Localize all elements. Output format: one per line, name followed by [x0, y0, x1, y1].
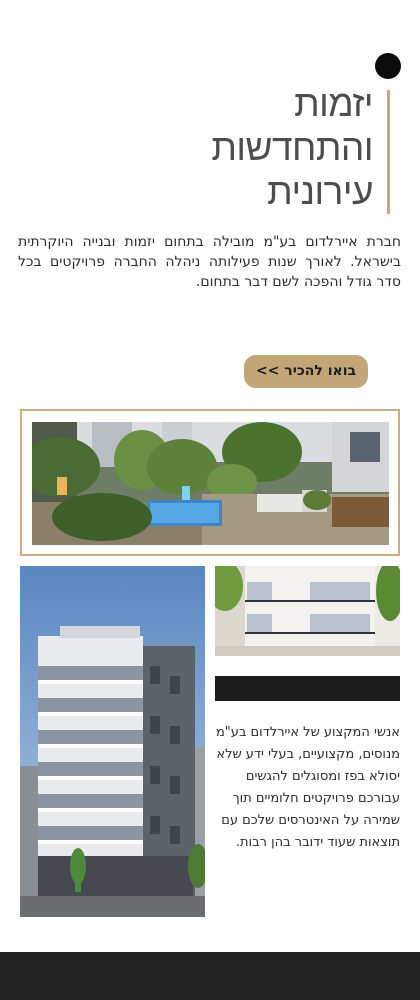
hero-headline: יזמות והתחדשות עירונית — [211, 82, 373, 214]
team-description: אנשי המקצוע של איירלדום בע"מ מנוסים, מקצ… — [215, 725, 400, 850]
garden-pool-image — [32, 422, 389, 545]
headline-line-2: והתחדשות — [211, 126, 373, 169]
balcony-facade-image — [215, 566, 400, 656]
intro-paragraph: חברת איירלדום בע"מ מובילה בתחום יזמות וב… — [18, 234, 401, 290]
building-render-image — [20, 566, 205, 917]
decorative-dot — [375, 53, 401, 79]
headline-line-1: יזמות — [294, 82, 373, 125]
learn-more-button[interactable]: בואו להכיר >> — [244, 355, 368, 388]
footer — [0, 952, 420, 1000]
headline-line-3: עירונית — [267, 170, 373, 213]
garden-image-frame — [20, 409, 400, 556]
dark-accent-bar — [215, 676, 400, 701]
hero-headline-block: יזמות והתחדשות עירונית — [150, 82, 390, 214]
headline-accent-bar — [387, 90, 390, 214]
